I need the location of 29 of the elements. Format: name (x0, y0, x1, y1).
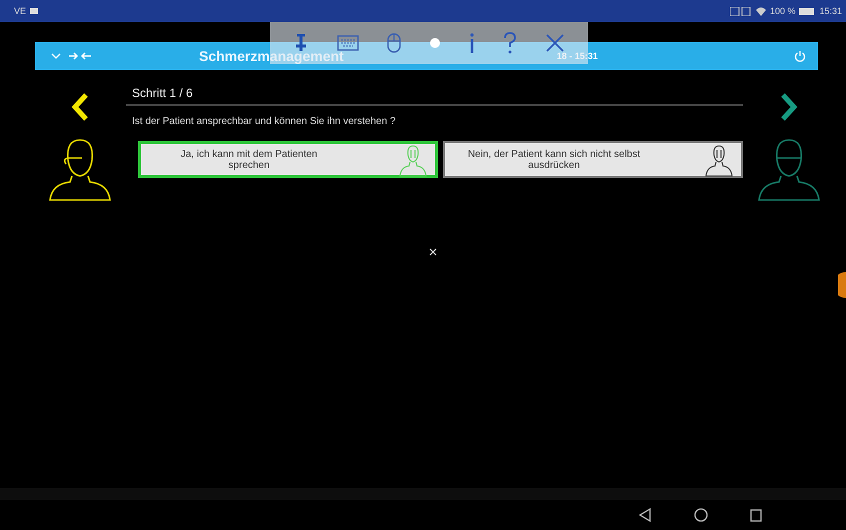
close-mark[interactable]: × (428, 244, 438, 261)
question-text: Ist der Patient ansprechbar und können Sie ihn verstehen ? (131, 115, 397, 129)
edge-handle-icon[interactable] (838, 272, 846, 298)
next-chevron-icon[interactable] (779, 92, 799, 122)
battery-percent: 100 % (770, 6, 796, 16)
chevron-down-icon[interactable] (51, 52, 61, 60)
battery-icon (799, 8, 816, 14)
person-headset-icon (48, 136, 112, 202)
person-thinking-icon (705, 142, 733, 176)
keyboard-icon[interactable] (336, 35, 359, 51)
info-icon[interactable] (468, 33, 475, 53)
person-speaking-icon (399, 142, 427, 176)
power-icon[interactable] (794, 50, 806, 62)
recent-apps-icon[interactable] (750, 508, 762, 522)
pin-icon[interactable] (294, 34, 308, 52)
wifi-icon (756, 6, 766, 16)
status-time: 15:31 (819, 6, 842, 16)
back-icon[interactable] (638, 508, 652, 522)
close-icon[interactable] (546, 34, 564, 52)
home-icon[interactable] (694, 508, 708, 522)
mouse-icon[interactable] (387, 33, 402, 53)
help-icon[interactable] (503, 32, 518, 54)
answer-option[interactable]: Nein, der Patient kann sich nicht selbst ausdrücken (443, 141, 743, 178)
status-text: VE (14, 6, 26, 16)
step-title: Schritt 1 / 6 (126, 82, 743, 106)
person-icon (757, 136, 821, 202)
back-chevron-icon[interactable] (70, 92, 90, 122)
answer-option[interactable]: Ja, ich kann mit dem Patienten sprechen (138, 141, 438, 178)
arrows-icon[interactable] (69, 52, 91, 60)
